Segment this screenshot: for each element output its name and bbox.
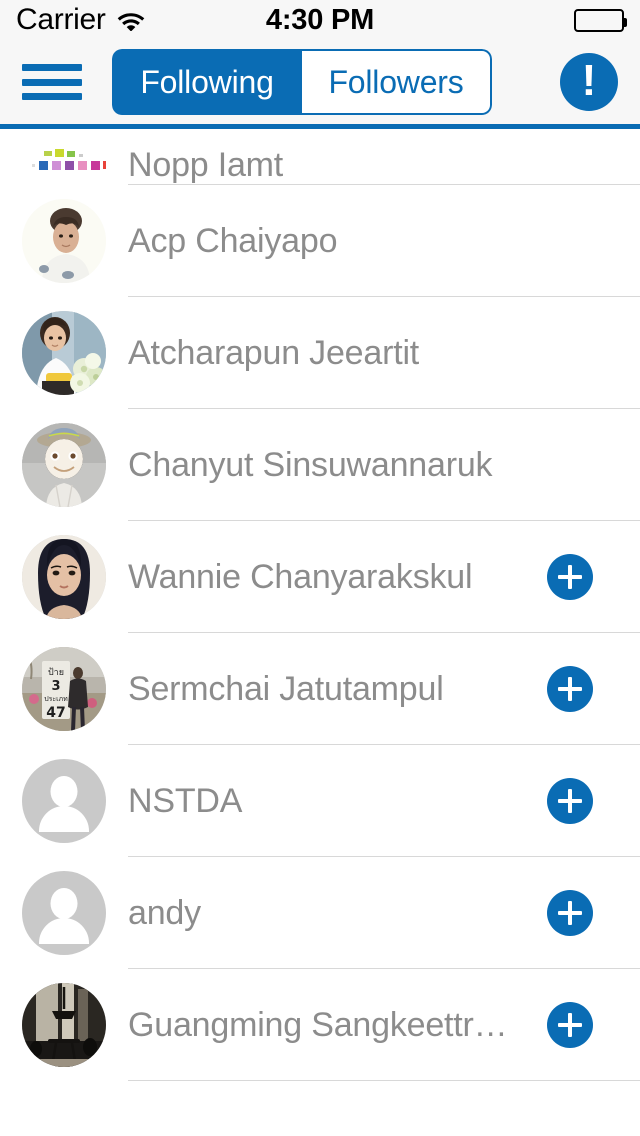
photo-avatar [22, 535, 106, 619]
battery-icon [574, 8, 627, 32]
list-item[interactable]: Guangming Sangkeettr… [0, 969, 640, 1081]
add-button-slot-empty [547, 218, 593, 264]
following-followers-segmented-control[interactable]: Following Followers [112, 49, 492, 115]
list-item-name: NSTDA [128, 781, 243, 820]
list-item[interactable]: Atcharapun Jeeartit [0, 297, 640, 409]
svg-text:ประเภท: ประเภท [44, 695, 68, 703]
list-item-name: Acp Chaiyapo [128, 221, 338, 260]
avatar [0, 521, 128, 633]
list-item[interactable]: ป้าย 3 ประเภท 47 Sermchai Jatutampul [0, 633, 640, 745]
follow-add-button[interactable] [547, 778, 593, 824]
user-list[interactable]: Nopp Iamt Acp Chaiyapo Atcharapun Jeeart… [0, 129, 640, 1081]
photo-avatar [22, 983, 106, 1067]
avatar [0, 129, 128, 185]
status-bar-right [574, 8, 627, 32]
svg-text:47: 47 [46, 705, 65, 721]
pixel-logo-avatar [22, 129, 106, 185]
avatar [0, 409, 128, 521]
list-item-name: Wannie Chanyarakskul [128, 557, 473, 596]
list-item[interactable]: Chanyut Sinsuwannaruk [0, 409, 640, 521]
default-person-avatar [22, 871, 106, 955]
tab-followers[interactable]: Followers [302, 49, 492, 115]
avatar [0, 857, 128, 969]
exclamation-glyph: ! [581, 55, 597, 105]
tab-following[interactable]: Following [112, 49, 302, 115]
list-item[interactable]: andy [0, 857, 640, 969]
navigation-bar: Following Followers ! [0, 40, 640, 124]
hamburger-menu-icon[interactable] [22, 60, 82, 104]
follow-add-button[interactable] [547, 1002, 593, 1048]
follow-add-button[interactable] [547, 554, 593, 600]
add-button-slot-empty [547, 139, 593, 185]
add-button-slot-empty [547, 330, 593, 376]
avatar [0, 297, 128, 409]
list-item-name: Nopp Iamt [128, 146, 284, 184]
svg-text:ป้าย: ป้าย [48, 667, 64, 678]
default-person-avatar [22, 759, 106, 843]
exclamation-icon[interactable]: ! [560, 53, 618, 111]
avatar [0, 969, 128, 1081]
avatar [0, 745, 128, 857]
svg-text:3: 3 [51, 679, 60, 694]
status-bar: Carrier 4:30 PM [0, 0, 640, 40]
follow-add-button[interactable] [547, 666, 593, 712]
list-item[interactable]: NSTDA [0, 745, 640, 857]
wifi-icon [116, 9, 146, 31]
add-button-slot-empty [547, 442, 593, 488]
photo-avatar [22, 311, 106, 395]
photo-avatar [22, 423, 106, 507]
follow-add-button[interactable] [547, 890, 593, 936]
photo-avatar [22, 199, 106, 283]
status-bar-left: Carrier [16, 5, 146, 35]
avatar: ป้าย 3 ประเภท 47 [0, 633, 128, 745]
avatar [0, 185, 128, 297]
list-item-name: andy [128, 893, 201, 932]
list-item-name: Atcharapun Jeeartit [128, 333, 420, 372]
carrier-label: Carrier [16, 3, 106, 36]
list-item-name: Chanyut Sinsuwannaruk [128, 445, 493, 484]
photo-avatar: ป้าย 3 ประเภท 47 [22, 647, 106, 731]
list-item[interactable]: Wannie Chanyarakskul [0, 521, 640, 633]
list-item-name: Sermchai Jatutampul [128, 669, 444, 708]
list-item[interactable]: Nopp Iamt [0, 129, 640, 185]
list-item[interactable]: Acp Chaiyapo [0, 185, 640, 297]
list-item-name: Guangming Sangkeettr… [128, 1005, 508, 1044]
